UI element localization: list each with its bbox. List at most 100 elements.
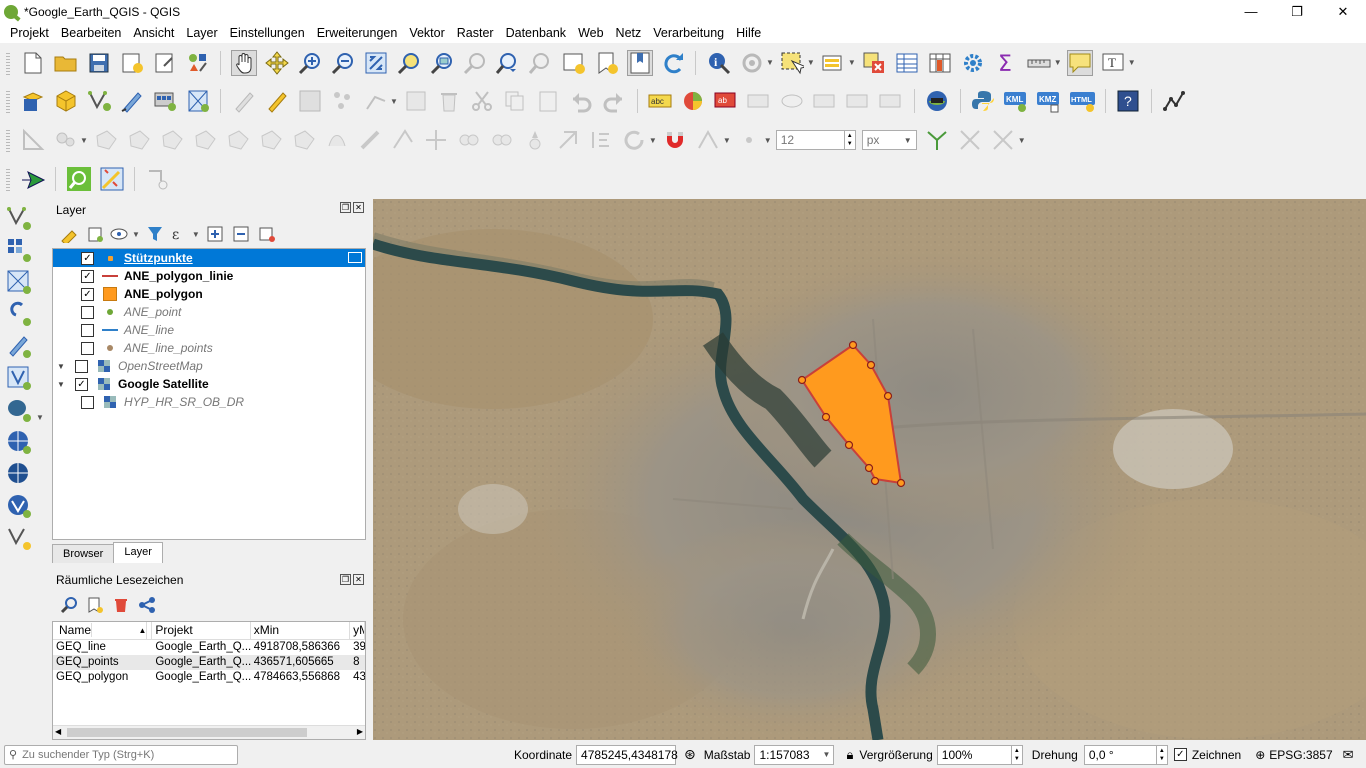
vertex-point[interactable]	[883, 391, 893, 401]
layer-visibility-checkbox[interactable]	[81, 341, 94, 355]
delete-selected-icon[interactable]	[436, 88, 462, 114]
table-row[interactable]: GEQ_polygon Google_Earth_Q... 4784663,55…	[53, 670, 365, 685]
add-wcs-icon[interactable]	[6, 461, 32, 487]
plugin-update-icon[interactable]	[20, 166, 46, 192]
rotation-stepper[interactable]: ▲ ▼	[1155, 745, 1167, 764]
horizontal-scrollbar[interactable]: ◀ ▶	[53, 725, 365, 739]
close-panel-icon[interactable]: ✕	[353, 574, 364, 585]
tab-browser[interactable]: Browser	[52, 544, 115, 563]
new-bookmark-icon[interactable]	[594, 50, 620, 76]
split-features-icon[interactable]	[390, 127, 416, 153]
coordinate-field[interactable]: 4785245,4348178	[576, 744, 678, 765]
style-panel-icon[interactable]	[58, 223, 80, 245]
remove-layer-icon[interactable]	[256, 223, 278, 245]
scroll-right-icon[interactable]: ▶	[357, 727, 363, 736]
rotate-symbols-icon[interactable]	[522, 127, 548, 153]
add-raster-layer-icon[interactable]	[152, 88, 178, 114]
save-project-icon[interactable]	[86, 50, 112, 76]
ane-polygon-feature[interactable]	[800, 343, 903, 485]
add-circular-string-icon[interactable]	[53, 127, 79, 153]
save-edits-icon[interactable]	[297, 88, 323, 114]
magic-wand-icon[interactable]	[99, 166, 125, 192]
modify-attributes-icon[interactable]	[403, 88, 429, 114]
layer-item-google-satellite[interactable]: ▼ ✓ Google Satellite	[53, 375, 365, 393]
georeferencer-icon[interactable]	[1161, 88, 1187, 114]
label-toolbar-icon[interactable]: abc	[647, 88, 673, 114]
render-checkbox[interactable]: ✓	[1173, 748, 1187, 761]
manage-themes-icon[interactable]	[110, 223, 132, 245]
toggle-editing-icon[interactable]	[231, 88, 257, 114]
rotate-feature-icon[interactable]	[621, 127, 647, 153]
add-ring-icon[interactable]	[93, 127, 119, 153]
menu-bearbeiten[interactable]: Bearbeiten	[55, 26, 127, 40]
vertex-point[interactable]	[864, 463, 874, 473]
filter-expression-icon[interactable]: ε	[170, 223, 192, 245]
menu-layer[interactable]: Layer	[180, 26, 223, 40]
measure-line-icon[interactable]	[1026, 50, 1052, 76]
messages-icon[interactable]: ✉	[1343, 747, 1354, 763]
zoom-out-icon[interactable]	[330, 50, 356, 76]
snapping-intersection-icon[interactable]	[957, 127, 983, 153]
map-canvas[interactable]	[373, 199, 1366, 740]
zoom-last-icon[interactable]	[495, 50, 521, 76]
minimize-button[interactable]: —	[1228, 0, 1274, 23]
add-raster-icon[interactable]	[6, 237, 32, 263]
layer-visibility-checkbox[interactable]	[75, 359, 88, 373]
collapse-all-icon[interactable]	[230, 223, 252, 245]
vertex-tool-icon[interactable]	[363, 88, 389, 114]
float-panel-icon[interactable]: ❐	[340, 202, 351, 213]
add-postgis-icon[interactable]	[6, 397, 32, 423]
new-geopackage-icon[interactable]	[53, 88, 79, 114]
processing-search-icon[interactable]	[66, 166, 92, 192]
locator-search-input[interactable]: ⚲ Zu suchender Typ (Strg+K)	[4, 744, 238, 765]
cut-features-icon[interactable]	[469, 88, 495, 114]
run-feature-action-icon[interactable]	[739, 50, 765, 76]
pin-labels-icon[interactable]	[746, 88, 772, 114]
pan-map-icon[interactable]	[230, 49, 257, 76]
vertex-point[interactable]	[821, 412, 831, 422]
expand-arrow-icon[interactable]: ▼	[57, 380, 69, 389]
menu-erweiterungen[interactable]: Erweiterungen	[311, 26, 404, 40]
delete-bookmark-icon[interactable]	[110, 594, 132, 616]
data-source-manager-icon[interactable]	[20, 88, 46, 114]
menu-datenbank[interactable]: Datenbank	[500, 26, 572, 40]
add-spatialite-icon[interactable]	[6, 333, 32, 359]
table-row[interactable]: GEQ_line Google_Earth_Q... 4918708,58636…	[53, 640, 365, 655]
paste-features-icon[interactable]	[535, 88, 561, 114]
digitizing-shape-icon[interactable]	[145, 166, 171, 192]
magnifier-stepper[interactable]: ▲ ▼	[1010, 745, 1022, 764]
add-mesh-icon[interactable]	[6, 269, 32, 295]
menu-hilfe[interactable]: Hilfe	[730, 26, 767, 40]
kml-export-icon[interactable]: KML	[1003, 88, 1029, 114]
vertex-point[interactable]	[848, 340, 858, 350]
add-wms-icon[interactable]	[6, 429, 32, 455]
identify-features-icon[interactable]: i	[706, 50, 732, 76]
lock-scale-icon[interactable]: 🔒︎	[846, 747, 853, 763]
reshape-icon[interactable]	[258, 127, 284, 153]
html-export-icon[interactable]: HTML	[1069, 88, 1096, 114]
add-vector-icon[interactable]	[6, 205, 32, 231]
toolbox-icon[interactable]	[960, 50, 986, 76]
rotation-field[interactable]: 0,0 ° ▲ ▼	[1083, 744, 1168, 765]
layer-visibility-checkbox[interactable]: ✓	[81, 287, 94, 301]
layer-item-ane-polygon-linie[interactable]: ✓ ANE_polygon_linie	[53, 267, 365, 285]
offset-point-icon[interactable]	[555, 127, 581, 153]
current-edits-icon[interactable]	[264, 88, 290, 114]
add-mesh-layer-icon[interactable]	[185, 88, 211, 114]
menu-raster[interactable]: Raster	[451, 26, 500, 40]
zoom-next-icon[interactable]	[528, 50, 554, 76]
table-row[interactable]: GEQ_points Google_Earth_Q... 436571,6056…	[53, 655, 365, 670]
layer-visibility-checkbox[interactable]: ✓	[81, 269, 94, 283]
reverse-line-icon[interactable]	[357, 127, 383, 153]
move-label-icon[interactable]	[812, 88, 838, 114]
self-snapping-icon[interactable]	[990, 127, 1016, 153]
offset-curve-icon[interactable]	[291, 127, 317, 153]
menu-ansicht[interactable]: Ansicht	[127, 26, 180, 40]
layer-item-ane-point[interactable]: ANE_point	[53, 303, 365, 321]
add-virtual-layer-icon[interactable]	[6, 365, 32, 391]
snapping-magnet-icon[interactable]	[662, 127, 688, 153]
align-icon[interactable]	[588, 127, 614, 153]
refresh-icon[interactable]	[660, 50, 686, 76]
layer-item-ane-polygon[interactable]: ✓ ANE_polygon	[53, 285, 365, 303]
show-hide-labels-icon[interactable]	[779, 88, 805, 114]
